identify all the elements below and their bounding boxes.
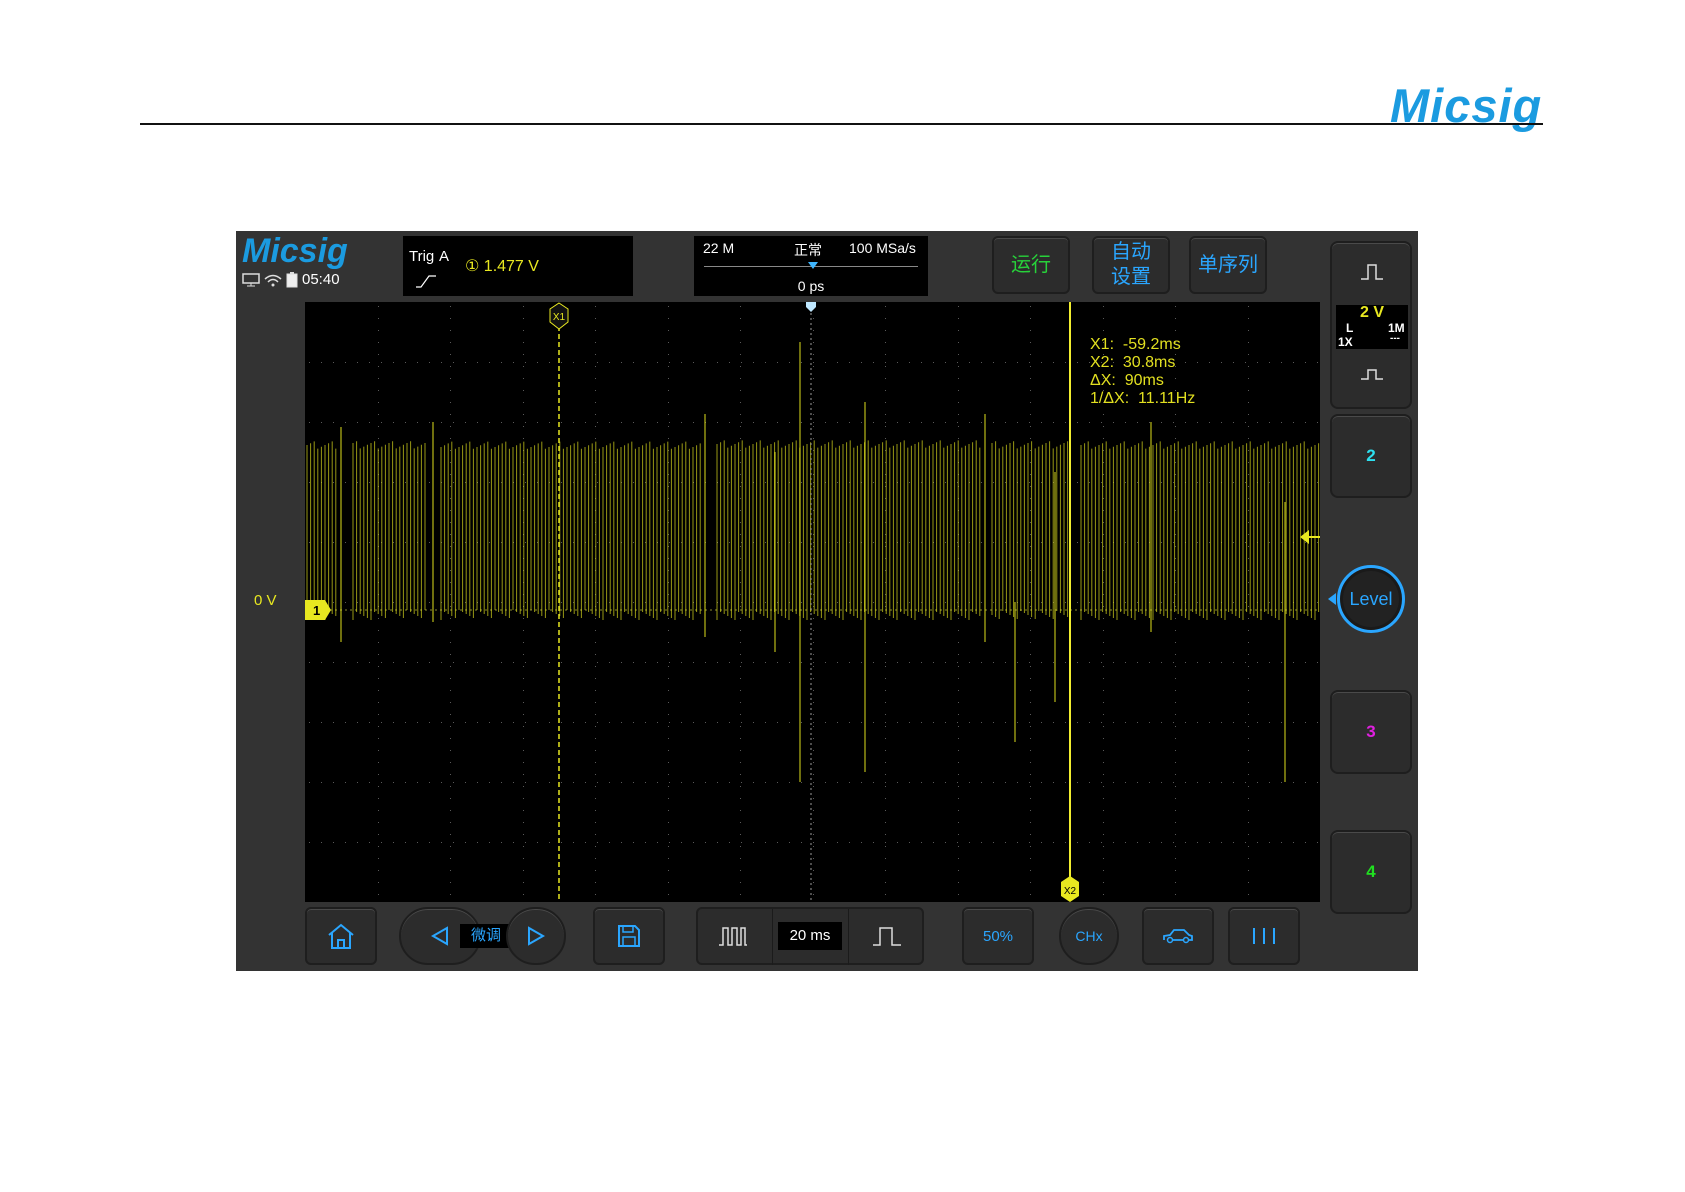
channel-1-volts-div: 2 V [1359,304,1384,321]
trigger-title: Trig [409,248,435,265]
channel-1-probe: 1X [1338,335,1353,349]
status-bar: 05:40 [242,271,340,288]
waveform-display[interactable]: X1 X2 1 X1: -59.2ms X2: 30.8ms ΔX: 90ms 1/Δ… [305,302,1320,902]
level-knob[interactable]: Level [1337,565,1405,633]
channel-1-marker-label: 1 [313,603,320,618]
clock: 05:40 [302,271,340,288]
monitor-icon [242,272,260,286]
header-rule [140,123,1543,125]
trigger-level: ① 1.477 V [465,258,539,275]
cursor-readout: X1: -59.2ms X2: 30.8ms ΔX: 90ms 1/ΔX: 11.11… [1090,336,1195,408]
auto-setup-button[interactable]: 自动 设置 [1092,236,1170,294]
sample-rate: 100 MSa/s [849,240,916,256]
automotive-button[interactable] [1142,907,1214,965]
level-pointer-icon [1328,593,1336,605]
memory-depth: 22 M [703,240,735,256]
timebase-control[interactable]: 20 ms [696,907,924,965]
readout-dx: ΔX: 90ms [1090,372,1164,389]
channel-1-bandwidth: L [1346,321,1354,335]
auto-setup-label-1: 自动 [1111,241,1151,263]
menu-bars-icon [1253,928,1275,944]
battery-icon [286,271,298,287]
readout-x2: X2: 30.8ms [1090,354,1176,371]
home-icon [328,923,354,949]
trigger-position-icon [806,302,816,312]
trigger-mode: A [439,248,450,265]
wifi-icon [264,274,282,286]
channel-4-label: 4 [1366,862,1376,881]
fine-adjust-label[interactable]: 微调 [460,924,512,948]
trigger-position-marker [808,262,818,269]
rising-edge-icon [416,275,436,288]
channel-4-button[interactable]: 4 [1330,830,1412,914]
channel-select-button[interactable]: CHx [1059,907,1119,965]
timebase-divider-2 [848,909,849,965]
channel-2-button[interactable]: 2 [1330,414,1412,498]
auto-setup-label-2: 设置 [1111,266,1151,288]
save-icon [618,925,640,947]
readout-inv-dx: 1/ΔX: 11.11Hz [1090,390,1196,407]
channel-2-label: 2 [1366,446,1376,465]
fine-right-button[interactable] [506,907,566,965]
timebase-panel[interactable]: 22 M 正常 100 MSa/s 0 ps [694,236,928,296]
cursor-x1-label: X1 [553,312,566,323]
home-button[interactable] [305,907,377,965]
car-icon [1163,929,1193,944]
triangle-right-icon [528,926,546,946]
triangle-left-icon [430,926,448,946]
save-button[interactable] [593,907,665,965]
pulse-icon [1361,264,1383,280]
run-button[interactable]: 运行 [992,236,1070,294]
oscilloscope-screen: Micsig 05:40 Trig A ① 1.477 V 22 M 正常 10… [236,231,1418,971]
channel-1-zero-label: 0 V [254,592,277,609]
single-sequence-button[interactable]: 单序列 [1189,236,1267,294]
cursor-x2-label: X2 [1064,886,1077,897]
scope-logo: Micsig [242,232,348,270]
acquire-mode: 正常 [794,242,822,258]
menu-button[interactable] [1228,907,1300,965]
channel-3-button[interactable]: 3 [1330,690,1412,774]
pulse-small-icon [1361,369,1383,380]
channel-3-label: 3 [1366,722,1376,741]
trigger-delay: 0 ps [797,278,825,294]
timebase-divider [772,909,773,965]
trigger-level-arrow[interactable] [1300,530,1309,544]
channel-1-panel[interactable]: 2 V L 1M 1X --- [1330,241,1412,409]
channel-1-info: 2 V L 1M 1X --- [1336,304,1408,349]
channel-1-coupling: --- [1390,333,1400,344]
readout-x1: X1: -59.2ms [1090,336,1181,353]
timebase-zoom-out-icon[interactable] [872,925,902,947]
time-per-div: 20 ms [778,922,842,950]
trigger-panel[interactable]: Trig A ① 1.477 V [403,236,633,296]
timebase-zoom-in-icon[interactable] [718,925,748,947]
fifty-percent-button[interactable]: 50% [962,907,1034,965]
